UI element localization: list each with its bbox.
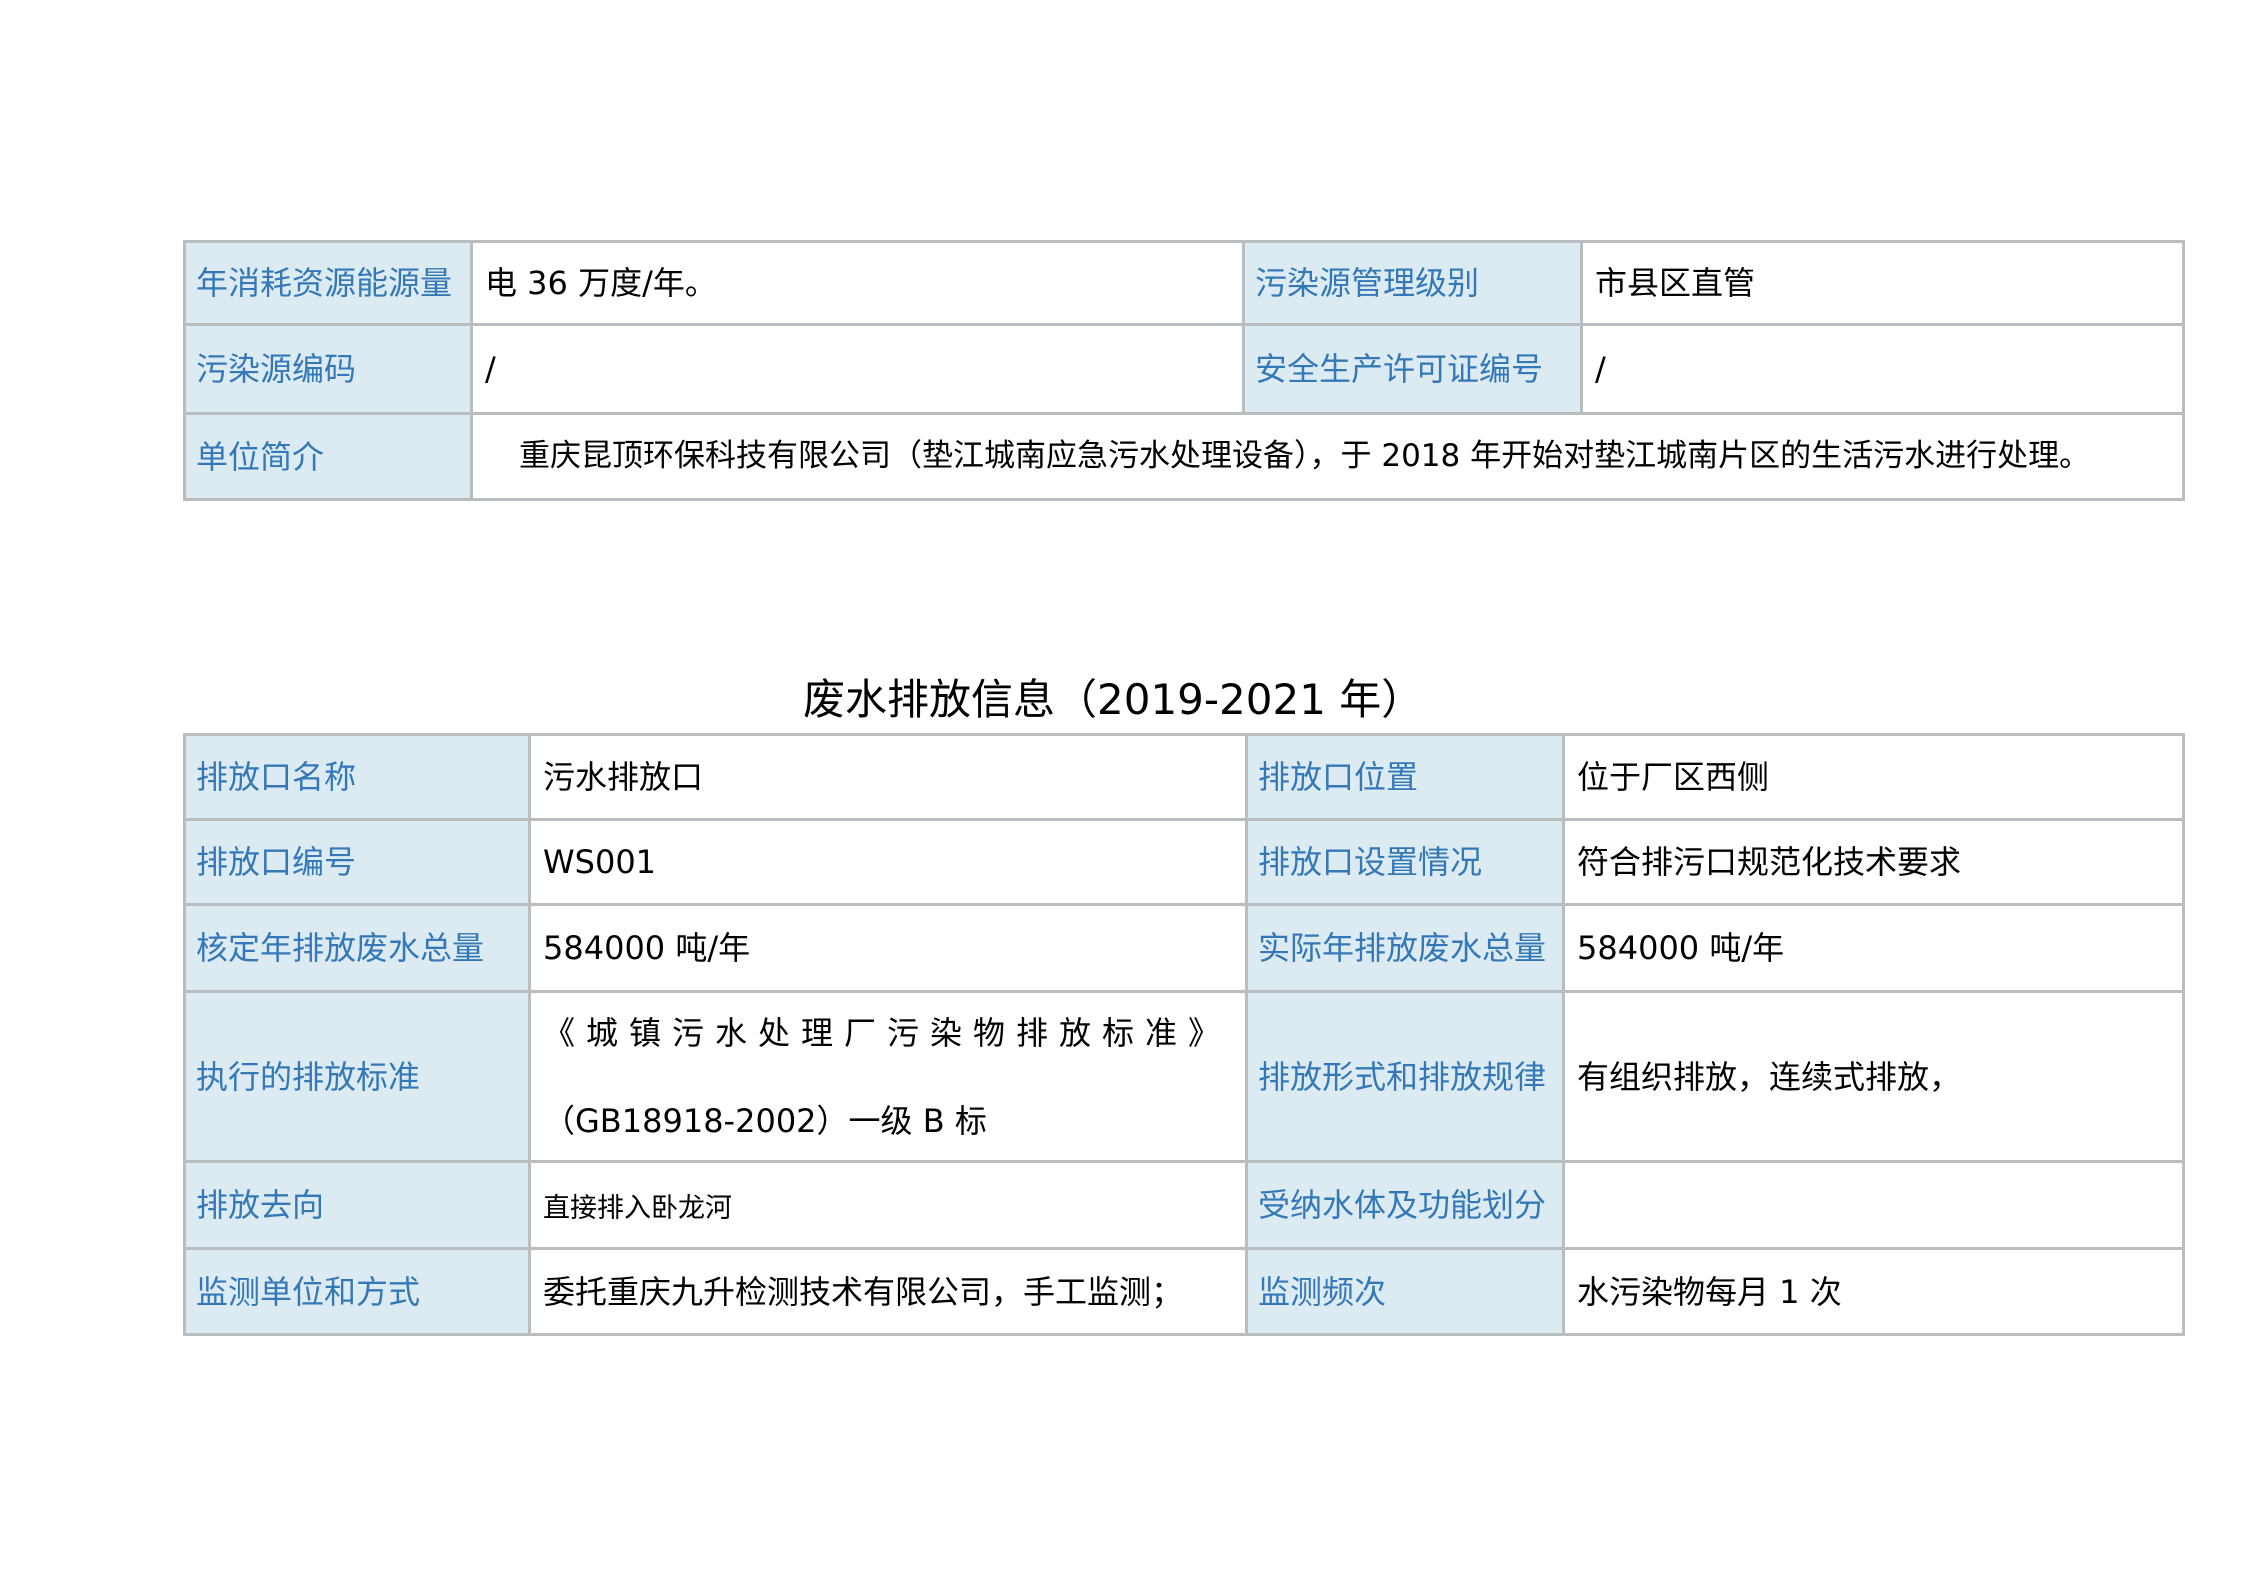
label-company-profile: 单位简介 [186,415,473,501]
document-page: 年消耗资源能源量 电 36 万度/年。 污染源管理级别 市县区直管 污染源编码 … [0,0,2245,1587]
label-safety-production-license-number: 安全生产许可证编号 [1245,326,1583,415]
label-pollution-source-management-level: 污染源管理级别 [1245,243,1583,326]
label-monitoring-frequency: 监测频次 [1248,1250,1565,1336]
label-pollution-source-code: 污染源编码 [186,326,473,415]
facility-info-table: 年消耗资源能源量 电 36 万度/年。 污染源管理级别 市县区直管 污染源编码 … [183,240,2185,501]
value-company-profile: 重庆昆顶环保科技有限公司（垫江城南应急污水处理设备），于 2018 年开始对垫江… [473,415,2185,501]
value-outlet-setup-status: 符合排污口规范化技术要求 [1565,821,2185,906]
label-monitoring-unit-and-method: 监测单位和方式 [186,1250,531,1336]
value-approved-annual-wastewater-total: 584000 吨/年 [531,906,1248,993]
value-pollution-source-code: / [473,326,1245,415]
label-outlet-setup-status: 排放口设置情况 [1248,821,1565,906]
label-actual-annual-wastewater-total: 实际年排放废水总量 [1248,906,1565,993]
discharge-standard-line2: （GB18918-2002）一级 B 标 [543,1101,987,1141]
value-actual-annual-wastewater-total: 584000 吨/年 [1565,906,2185,993]
value-monitoring-unit-and-method: 委托重庆九升检测技术有限公司，手工监测； [531,1250,1248,1336]
label-discharge-form-and-pattern: 排放形式和排放规律 [1248,993,1565,1163]
value-applicable-discharge-standard: 《城镇污水处理厂污染物排放标准》 （GB18918-2002）一级 B 标 [531,993,1248,1163]
value-safety-production-license-number: / [1583,326,2185,415]
label-outlet-number: 排放口编号 [186,821,531,906]
value-annual-resource-energy-consumption: 电 36 万度/年。 [473,243,1245,326]
value-outlet-name: 污水排放口 [531,736,1248,821]
value-pollution-source-management-level: 市县区直管 [1583,243,2185,326]
label-outlet-name: 排放口名称 [186,736,531,821]
value-receiving-water-body-function [1565,1163,2185,1250]
value-outlet-number: WS001 [531,821,1248,906]
label-annual-resource-energy-consumption: 年消耗资源能源量 [186,243,473,326]
label-applicable-discharge-standard: 执行的排放标准 [186,993,531,1163]
label-outlet-location: 排放口位置 [1248,736,1565,821]
label-receiving-water-body-function: 受纳水体及功能划分 [1248,1163,1565,1250]
value-discharge-destination: 直接排入卧龙河 [531,1163,1248,1250]
value-outlet-location: 位于厂区西侧 [1565,736,2185,821]
label-approved-annual-wastewater-total: 核定年排放废水总量 [186,906,531,993]
wastewater-discharge-table: 排放口名称 污水排放口 排放口位置 位于厂区西侧 排放口编号 WS001 排放口… [183,733,2185,1336]
discharge-standard-line1: 《城镇污水处理厂污染物排放标准》 [543,1013,1231,1053]
value-monitoring-frequency: 水污染物每月 1 次 [1565,1250,2185,1336]
value-discharge-form-and-pattern: 有组织排放，连续式排放， [1565,993,2185,1163]
section-title-wastewater-discharge-info: 废水排放信息（2019-2021 年） [803,666,1423,727]
label-discharge-destination: 排放去向 [186,1163,531,1250]
